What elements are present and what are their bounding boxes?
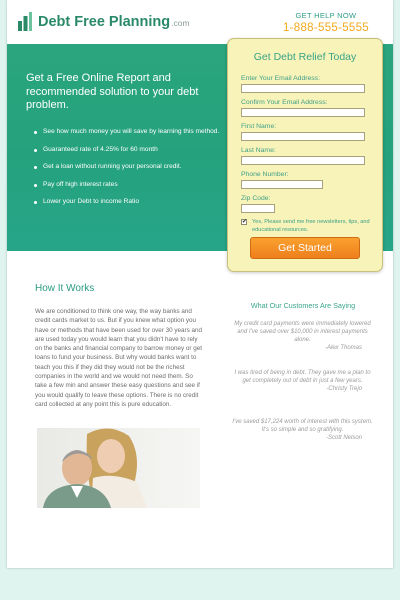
newsletter-consent-text: Yes, Please send me free newsletters, ti…	[252, 219, 370, 233]
zip-label: Zip Code:	[241, 195, 271, 202]
testimonial-author: -Alex Thomas	[324, 345, 362, 351]
confirm-email-label: Confirm Your Email Address:	[241, 99, 328, 106]
testimonial-quote: My credit card payments were immediately…	[234, 321, 371, 343]
phone-input[interactable]	[241, 180, 323, 189]
landing-page: Debt Free Planning.com GET HELP NOW 1-88…	[7, 0, 393, 568]
email-field-group: Enter Your Email Address:	[241, 75, 365, 93]
newsletter-checkbox[interactable]: ✔	[241, 219, 247, 225]
confirm-email-field-group: Confirm Your Email Address:	[241, 99, 365, 117]
how-it-works-text: We are conditioned to think one way, the…	[35, 308, 202, 408]
brand-name: Debt Free Planning	[38, 14, 171, 30]
confirm-email-input[interactable]	[241, 108, 365, 117]
get-started-button[interactable]: Get Started	[250, 237, 360, 259]
brand-logo[interactable]: Debt Free Planning.com	[38, 14, 190, 30]
phone-number-link[interactable]: 1-888-555-5555	[283, 22, 369, 34]
brand-suffix: .com	[171, 18, 190, 28]
benefit-item: Pay off high interest rates	[33, 181, 238, 190]
zip-input[interactable]	[241, 204, 275, 213]
email-input[interactable]	[241, 84, 365, 93]
testimonial-quote: I've saved $17,224 worth of interest wit…	[232, 419, 373, 433]
hero-headline: Get a Free Online Report and recommended…	[26, 72, 199, 111]
first-name-label: First Name:	[241, 123, 277, 130]
zip-field-group: Zip Code:	[241, 195, 275, 213]
how-it-works-title: How It Works	[35, 283, 95, 294]
testimonial-card: I've saved $17,224 worth of interest wit…	[231, 418, 374, 442]
phone-field-group: Phone Number:	[241, 171, 323, 189]
benefits-list: See how much money you will save by lear…	[33, 128, 238, 216]
first-name-field-group: First Name:	[241, 123, 365, 141]
testimonials-title: What Our Customers Are Saying	[250, 301, 356, 310]
first-name-input[interactable]	[241, 132, 365, 141]
debt-relief-form: Get Debt Relief Today Enter Your Email A…	[227, 38, 383, 272]
benefit-item: Get a loan without running your personal…	[33, 163, 238, 172]
testimonial-author: -Christy Trejo	[326, 386, 362, 392]
help-contact: GET HELP NOW 1-888-555-5555	[283, 11, 369, 34]
checkmark-icon: ✔	[242, 219, 248, 225]
email-label: Enter Your Email Address:	[241, 75, 320, 82]
help-label: GET HELP NOW	[295, 11, 357, 20]
couple-photo	[37, 428, 200, 508]
benefit-item: See how much money you will save by lear…	[33, 128, 238, 137]
chart-bars-icon	[18, 12, 32, 31]
last-name-input[interactable]	[241, 156, 365, 165]
form-title: Get Debt Relief Today	[253, 51, 357, 63]
testimonial-author: -Scott Nelson	[325, 435, 362, 441]
testimonial-card: I was tired of being in debt. They gave …	[231, 369, 374, 393]
testimonial-card: My credit card payments were immediately…	[231, 320, 374, 352]
benefit-item: Lower your Debt to income Ratio	[33, 198, 238, 207]
last-name-field-group: Last Name:	[241, 147, 365, 165]
couple-photo-image	[37, 428, 200, 508]
benefit-item: Guaranteed rate of 4.25% for 60 month	[33, 146, 238, 155]
last-name-label: Last Name:	[241, 147, 276, 154]
phone-label: Phone Number:	[241, 171, 289, 178]
testimonial-quote: I was tired of being in debt. They gave …	[234, 370, 371, 384]
